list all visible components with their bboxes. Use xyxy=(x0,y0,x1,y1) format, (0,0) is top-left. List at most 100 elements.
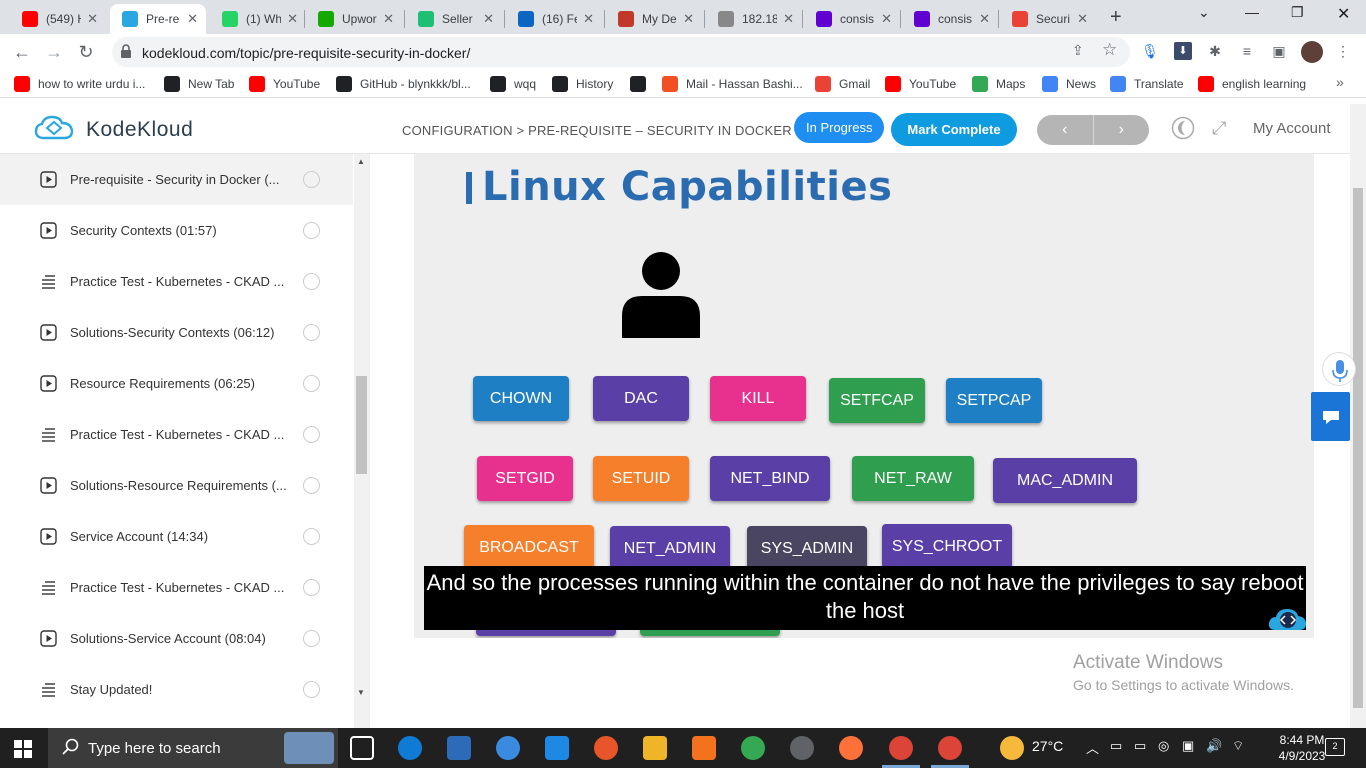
browser-tab[interactable]: Pre-re ✕ xyxy=(110,4,206,34)
bookmark-item[interactable]: YouTube xyxy=(885,76,956,92)
close-tab-icon[interactable]: ✕ xyxy=(881,11,892,27)
chrome-menu-icon[interactable]: ⋮ xyxy=(1334,42,1352,60)
app-icon[interactable] xyxy=(790,736,814,760)
volume-icon[interactable]: 🔊 xyxy=(1206,738,1222,754)
edge-icon[interactable] xyxy=(398,736,422,760)
bookmark-item[interactable] xyxy=(630,76,654,92)
bookmark-item[interactable]: Gmail xyxy=(815,76,870,92)
fullscreen-icon[interactable]: ⤢ xyxy=(1212,118,1226,139)
file-explorer-icon[interactable] xyxy=(643,736,667,760)
forward-button[interactable]: → xyxy=(42,40,66,64)
close-tab-icon[interactable]: ✕ xyxy=(1077,11,1088,27)
kodekloud-logo-icon[interactable] xyxy=(34,114,74,142)
browser-tab[interactable]: (1) Wh ✕ xyxy=(210,4,306,34)
next-lesson-button[interactable]: › xyxy=(1094,115,1150,145)
chrome-icon[interactable] xyxy=(741,736,765,760)
completion-checkbox[interactable] xyxy=(303,375,320,392)
network-icon[interactable]: ⌔ xyxy=(1232,738,1244,754)
completion-checkbox[interactable] xyxy=(303,528,320,545)
chrome-profile-icon[interactable] xyxy=(889,736,913,760)
weather-icon[interactable] xyxy=(1000,736,1024,760)
app-icon[interactable] xyxy=(594,736,618,760)
browser-tab[interactable]: Upwor ✕ xyxy=(306,4,402,34)
my-account-link[interactable]: My Account xyxy=(1253,120,1331,137)
chat-widget-button[interactable] xyxy=(1311,392,1350,441)
maximize-button[interactable]: ❐ xyxy=(1291,4,1304,21)
chrome-profile-icon[interactable] xyxy=(938,736,962,760)
lesson-item[interactable]: Solutions-Service Account (08:04) xyxy=(0,613,353,664)
bookmark-item[interactable]: GitHub - blynkkk/bl... xyxy=(336,76,471,92)
minimize-button[interactable]: — xyxy=(1245,4,1259,20)
bookmark-item[interactable]: how to write urdu i... xyxy=(14,76,145,92)
bookmark-item[interactable]: english learning xyxy=(1198,76,1306,92)
sidebar-scroll-thumb[interactable] xyxy=(356,376,367,474)
close-tab-icon[interactable]: ✕ xyxy=(87,11,98,27)
download-extension-icon[interactable]: ⬇ xyxy=(1174,42,1192,60)
lesson-item[interactable]: Resource Requirements (06:25) xyxy=(0,358,353,409)
bookmark-item[interactable]: News xyxy=(1042,76,1096,92)
browser-tab[interactable]: consis ✕ xyxy=(902,4,998,34)
app-icon[interactable] xyxy=(496,736,520,760)
app-icon[interactable] xyxy=(692,736,716,760)
close-tab-icon[interactable]: ✕ xyxy=(979,11,990,27)
lesson-item[interactable]: Solutions-Security Contexts (06:12) xyxy=(0,307,353,358)
browser-tab[interactable]: Seller ✕ xyxy=(406,4,502,34)
taskbar-search[interactable]: Type here to search xyxy=(48,728,338,768)
browser-tab[interactable]: (16) Fe ✕ xyxy=(506,4,602,34)
lesson-item[interactable]: Practice Test - Kubernetes - CKAD ... xyxy=(0,562,353,613)
close-tab-icon[interactable]: ✕ xyxy=(383,11,394,27)
profile-avatar[interactable] xyxy=(1301,41,1323,63)
completion-checkbox[interactable] xyxy=(303,477,320,494)
browser-tab[interactable]: (549) H ✕ xyxy=(10,4,106,34)
bookmark-item[interactable]: History xyxy=(552,76,613,92)
tray-app-icon[interactable]: ▭ xyxy=(1134,738,1146,754)
mic-extension-icon[interactable]: 🎙 xyxy=(1141,42,1159,60)
tray-app-icon[interactable]: ▭ xyxy=(1110,738,1122,754)
scroll-up-arrow-icon[interactable]: ▲ xyxy=(357,157,365,166)
puzzle-extensions-icon[interactable]: ✱ xyxy=(1206,42,1224,60)
brand-name[interactable]: KodeKloud xyxy=(86,118,193,142)
task-view-icon[interactable] xyxy=(350,736,374,760)
bookmark-item[interactable]: New Tab xyxy=(164,76,234,92)
sidebar-scrollbar[interactable]: ▲ ▼ xyxy=(354,154,369,728)
sidepanel-icon[interactable]: ▣ xyxy=(1270,42,1288,60)
completion-checkbox[interactable] xyxy=(303,273,320,290)
browser-tab[interactable]: Securi ✕ xyxy=(1000,4,1096,34)
lesson-item[interactable]: Practice Test - Kubernetes - CKAD ... xyxy=(0,409,353,460)
completion-checkbox[interactable] xyxy=(303,171,320,188)
media-icon[interactable]: ≡ xyxy=(1238,42,1256,60)
lesson-item[interactable]: Practice Test - Kubernetes - CKAD ... xyxy=(0,256,353,307)
browser-tab[interactable]: My De ✕ xyxy=(606,4,702,34)
store-icon[interactable] xyxy=(447,736,471,760)
voice-input-icon[interactable] xyxy=(1322,352,1356,386)
bookmark-item[interactable]: wqq xyxy=(490,76,536,92)
completion-checkbox[interactable] xyxy=(303,426,320,443)
completion-checkbox[interactable] xyxy=(303,222,320,239)
tray-app-icon[interactable]: ▣ xyxy=(1182,738,1194,754)
tab-search-icon[interactable]: ⌄ xyxy=(1198,4,1210,21)
close-tab-icon[interactable]: ✕ xyxy=(783,11,794,27)
weather-temperature[interactable]: 27°C xyxy=(1032,738,1063,754)
lesson-item[interactable]: Service Account (14:34) xyxy=(0,511,353,562)
bookmark-item[interactable]: YouTube xyxy=(249,76,320,92)
share-icon[interactable]: ⇪ xyxy=(1072,42,1084,59)
bookmark-item[interactable]: Mail - Hassan Bashi... xyxy=(662,76,803,92)
lesson-item[interactable]: Stay Updated! xyxy=(0,664,353,715)
bookmark-item[interactable]: Maps xyxy=(972,76,1025,92)
close-window-button[interactable]: ✕ xyxy=(1337,4,1350,24)
notification-center-icon[interactable]: 2 xyxy=(1325,738,1345,756)
close-tab-icon[interactable]: ✕ xyxy=(187,11,198,27)
bookmark-item[interactable]: Translate xyxy=(1110,76,1184,92)
lesson-item[interactable]: Pre-requisite - Security in Docker (... xyxy=(0,154,353,205)
bookmark-star-icon[interactable]: ☆ xyxy=(1102,40,1117,60)
scroll-down-arrow-icon[interactable]: ▼ xyxy=(357,688,365,697)
lesson-item[interactable]: Solutions-Resource Requirements (... xyxy=(0,460,353,511)
browser-tab[interactable]: 182.18 ✕ xyxy=(706,4,802,34)
back-button[interactable]: ← xyxy=(10,40,34,64)
browser-tab[interactable]: consis ✕ xyxy=(804,4,900,34)
system-clock[interactable]: 8:44 PM 4/9/2023 xyxy=(1277,732,1327,764)
page-scroll-thumb[interactable] xyxy=(1353,188,1363,708)
more-bookmarks-icon[interactable]: » xyxy=(1336,74,1344,90)
dark-mode-toggle-icon[interactable] xyxy=(1171,116,1195,140)
firefox-icon[interactable] xyxy=(839,736,863,760)
